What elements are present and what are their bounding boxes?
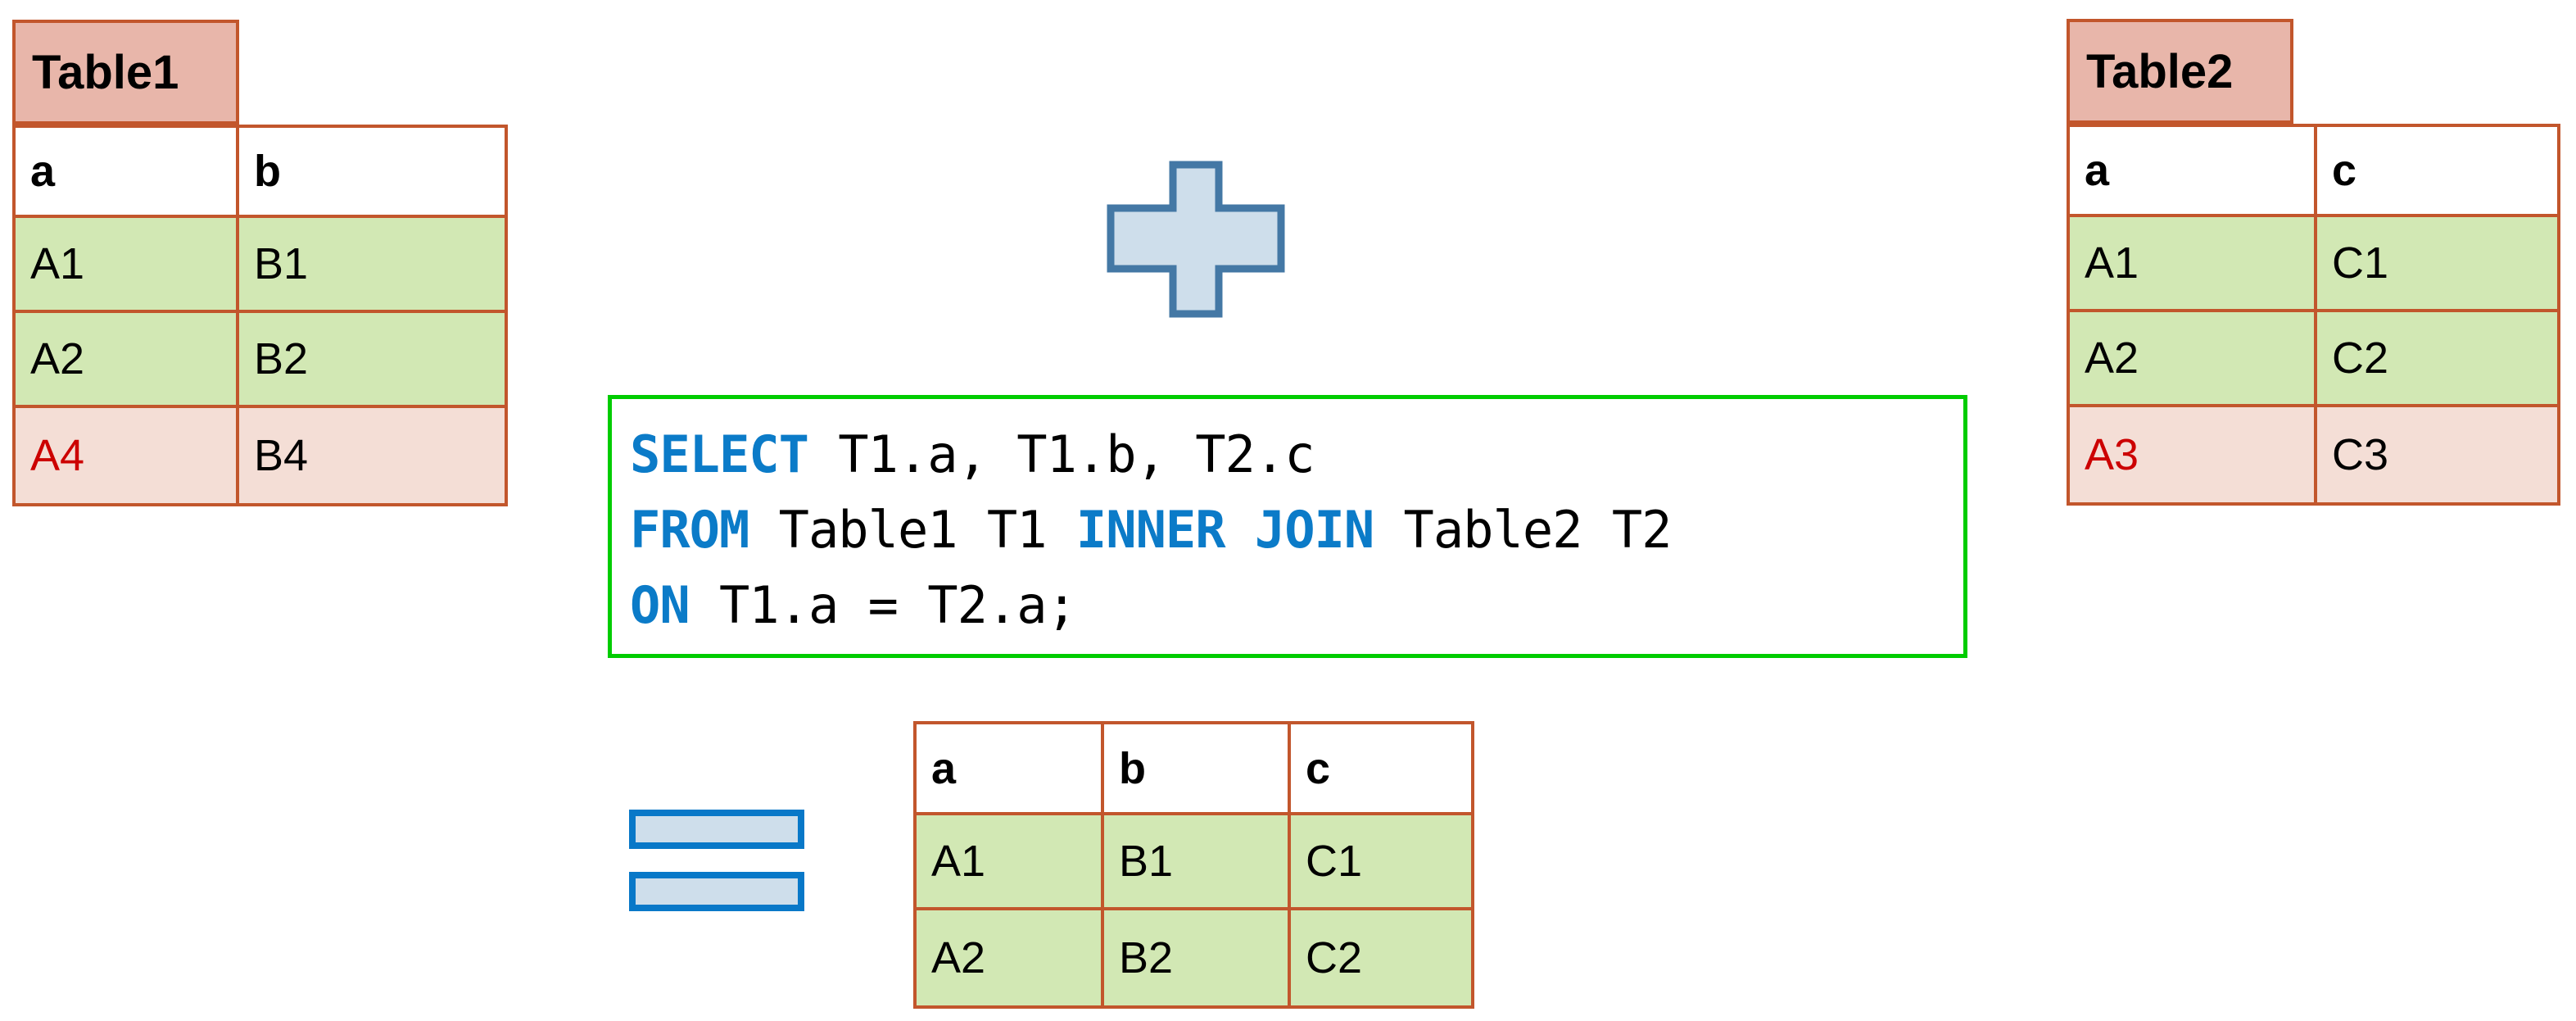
table2-name-label: Table2	[2086, 44, 2234, 98]
result-header-row: a b c	[917, 724, 1471, 815]
table1-cell-a-2: A2	[16, 313, 239, 408]
sql-keyword-from: FROM	[630, 500, 749, 560]
table2-header-row: a c	[2070, 127, 2557, 217]
result-col-header-b-label: b	[1119, 743, 1146, 793]
table2-cell-c-3: C3	[2317, 407, 2557, 502]
table1-cell-a-3-text: A4	[30, 431, 85, 480]
equals-bar-top	[629, 810, 804, 849]
table1-cell-b-2: B2	[239, 313, 505, 408]
table1-col-header-a-label: a	[30, 147, 56, 196]
sql-keyword-select: SELECT	[630, 424, 809, 484]
table1-cell-b-2-text: B2	[254, 334, 309, 383]
table1-cell-a-1: A1	[16, 218, 239, 313]
sql-line-1: SELECT T1.a, T1.b, T2.c	[630, 417, 1963, 492]
table1-cell-b-1: B1	[239, 218, 505, 313]
table-row: A3 C3	[2070, 407, 2557, 502]
table-row: A1 B1	[16, 218, 505, 313]
table2-cell-a-1-text: A1	[2085, 238, 2139, 288]
sql-line-1-rest: T1.a, T1.b, T2.c	[808, 424, 1315, 484]
result-cell-c-2-text: C2	[1306, 933, 1363, 982]
table-row: A1 B1 C1	[917, 815, 1471, 910]
table1-cell-a-3: A4	[16, 408, 239, 503]
sql-line-2-mid-b: Table2 T2	[1374, 500, 1673, 560]
plus-icon	[1105, 161, 1287, 318]
equals-icon	[629, 810, 804, 911]
result-cell-b-2-text: B2	[1119, 933, 1174, 982]
table2-cell-a-3-text: A3	[2085, 430, 2139, 479]
table2-cell-c-3-text: C3	[2332, 430, 2389, 479]
result-col-header-c: c	[1291, 724, 1471, 815]
result-col-header-a: a	[917, 724, 1104, 815]
result-col-header-a-label: a	[931, 743, 957, 793]
table-row: A2 B2	[16, 313, 505, 408]
result-cell-c-1-text: C1	[1306, 837, 1363, 886]
table2-cell-c-1-text: C1	[2332, 238, 2389, 288]
table1-grid: a b A1 B1 A2 B2 A4 B4	[12, 125, 508, 506]
table1-name-label: Table1	[32, 45, 179, 99]
result-cell-a-2-text: A2	[931, 933, 986, 982]
table1-cell-a-2-text: A2	[30, 334, 85, 383]
table2-cell-c-2-text: C2	[2332, 334, 2389, 383]
table1-cell-b-1-text: B1	[254, 239, 309, 288]
result-cell-b-2: B2	[1104, 910, 1291, 1005]
table-row: A1 C1	[2070, 217, 2557, 312]
table1-col-header-b-label: b	[254, 147, 281, 196]
result-table-block: a b c A1 B1 C1 A2 B2 C2	[913, 721, 1478, 1012]
sql-keyword-inner-join: INNER JOIN	[1075, 500, 1374, 560]
result-cell-b-1: B1	[1104, 815, 1291, 910]
table2-cell-a-2-text: A2	[2085, 334, 2139, 383]
sql-query-box: SELECT T1.a, T1.b, T2.c FROM Table1 T1 I…	[608, 395, 1967, 658]
table2-grid: a c A1 C1 A2 C2 A3 C3	[2067, 124, 2560, 506]
table2-col-header-c-label: c	[2332, 146, 2357, 195]
equals-bar-bottom	[629, 872, 804, 911]
table1-col-header-b: b	[239, 128, 505, 218]
table1-cell-b-3-text: B4	[254, 431, 309, 480]
table2-cell-a-1: A1	[2070, 217, 2317, 312]
diagram-canvas: Table1 a b A1 B1 A2 B2 A4 B4 Table2 a c …	[0, 0, 2576, 1021]
result-table-grid: a b c A1 B1 C1 A2 B2 C2	[913, 721, 1474, 1009]
result-cell-c-1: C1	[1291, 815, 1471, 910]
table2-cell-a-3: A3	[2070, 407, 2317, 502]
table2-cell-c-1: C1	[2317, 217, 2557, 312]
table2-block: Table2 a c A1 C1 A2 C2 A3 C3	[2054, 0, 2576, 524]
result-cell-c-2: C2	[1291, 910, 1471, 1005]
table2-col-header-c: c	[2317, 127, 2557, 217]
result-cell-b-1-text: B1	[1119, 837, 1174, 886]
table2-col-header-a: a	[2070, 127, 2317, 217]
table1-block: Table1 a b A1 B1 A2 B2 A4 B4	[0, 0, 524, 524]
table2-cell-c-2: C2	[2317, 312, 2557, 407]
result-cell-a-2: A2	[917, 910, 1104, 1005]
table2-name-tab: Table2	[2067, 19, 2293, 124]
table1-col-header-a: a	[16, 128, 239, 218]
table-row: A2 C2	[2070, 312, 2557, 407]
table-row: A2 B2 C2	[917, 910, 1471, 1005]
table2-col-header-a-label: a	[2085, 146, 2110, 195]
table1-cell-a-1-text: A1	[30, 239, 85, 288]
sql-line-3-rest: T1.a = T2.a;	[689, 575, 1077, 635]
table-row: A4 B4	[16, 408, 505, 503]
result-cell-a-1-text: A1	[931, 837, 986, 886]
sql-line-2-mid-a: Table1 T1	[749, 500, 1076, 560]
result-col-header-b: b	[1104, 724, 1291, 815]
table2-cell-a-2: A2	[2070, 312, 2317, 407]
result-col-header-c-label: c	[1306, 743, 1331, 793]
sql-keyword-on: ON	[630, 575, 690, 635]
sql-line-3: ON T1.a = T2.a;	[630, 568, 1963, 643]
table1-header-row: a b	[16, 128, 505, 218]
result-cell-a-1: A1	[917, 815, 1104, 910]
sql-line-2: FROM Table1 T1 INNER JOIN Table2 T2	[630, 492, 1963, 568]
table1-cell-b-3: B4	[239, 408, 505, 503]
table1-name-tab: Table1	[12, 20, 239, 125]
